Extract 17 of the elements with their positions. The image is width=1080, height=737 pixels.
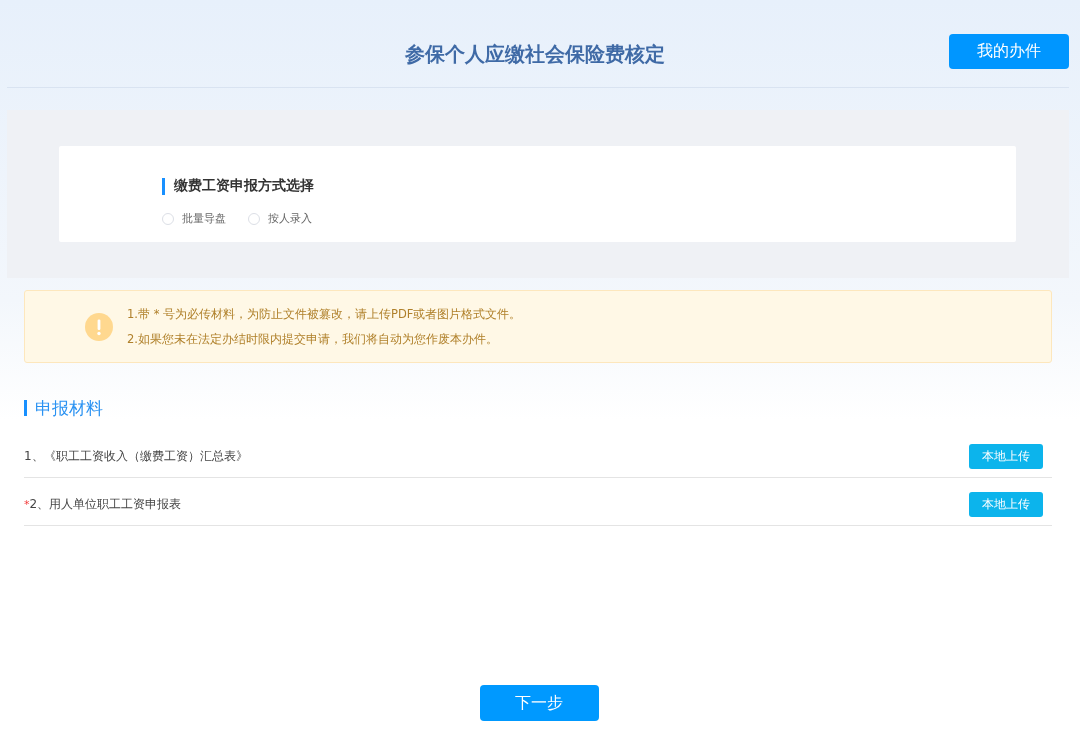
notice-text: 2.如果您未在法定办结时限内提交申请，我们将自动为您作废本办件。 [127,331,499,347]
material-name: 2、用人单位职工工资申报表 [29,495,182,513]
required-mark: * [24,497,30,511]
radio-label: 按人录入 [268,211,312,226]
page-title: 参保个人应缴社会保险费核定 [405,40,665,68]
notice-text: 1.带 * 号为必传材料，为防止文件被篡改，请上传PDF或者图片格式文件。 [127,306,522,322]
section-title: 缴费工资申报方式选择 [174,177,314,195]
next-step-button[interactable]: 下一步 [479,685,599,721]
radio-button[interactable] [248,212,260,225]
exclamation-icon [85,312,113,341]
material-name: 1、《职工工资收入（缴费工资）汇总表》 [24,447,248,465]
radio-button[interactable] [162,212,174,225]
upload-button[interactable]: 本地上传 [969,491,1043,517]
radio-label: 批量导盘 [182,211,226,226]
section-title: 申报材料 [35,396,103,420]
upload-button[interactable]: 本地上传 [969,443,1043,469]
my-cases-button[interactable]: 我的办件 [949,34,1069,69]
